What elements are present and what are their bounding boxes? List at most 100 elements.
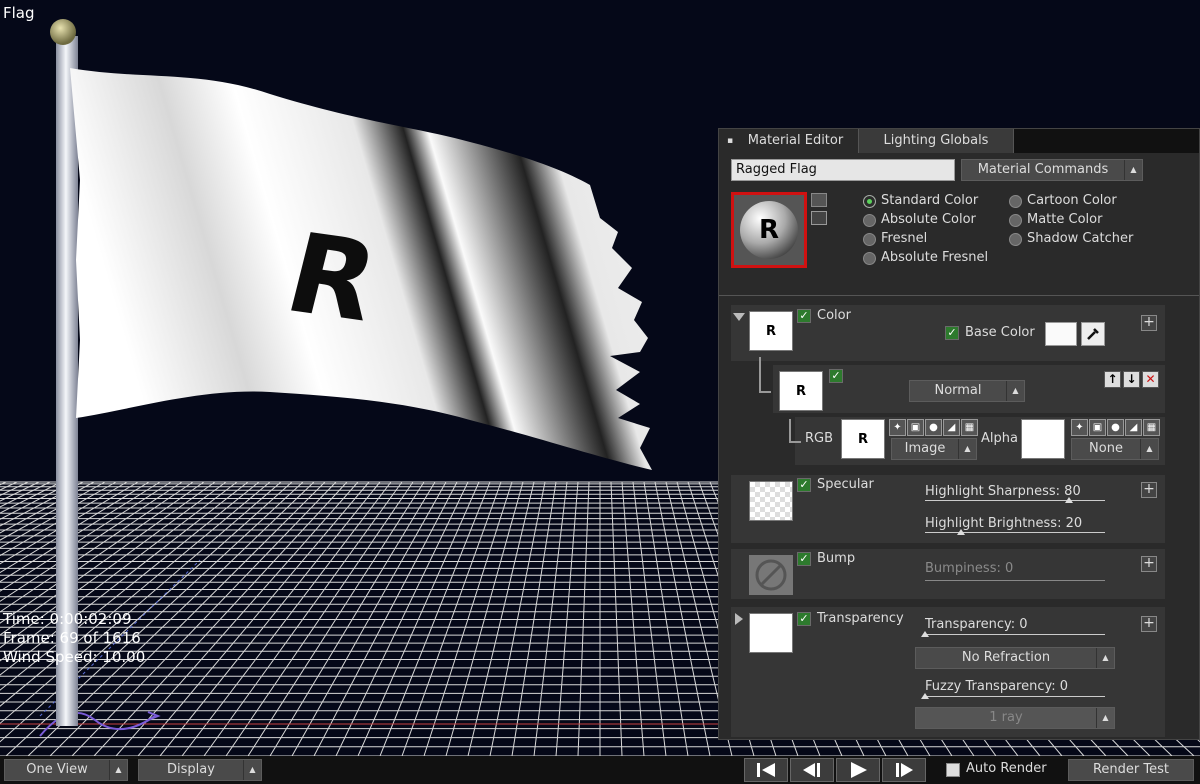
rgb-thumb[interactable]: R bbox=[841, 419, 885, 459]
collapse-triangle-icon[interactable] bbox=[733, 313, 745, 321]
tree-connector bbox=[789, 419, 801, 443]
slider-knob[interactable] bbox=[1065, 497, 1073, 503]
radio-label: Shadow Catcher bbox=[1027, 231, 1134, 246]
add-transparency-plus-icon[interactable]: + bbox=[1141, 616, 1157, 632]
radio-dot bbox=[863, 252, 876, 265]
transparency-thumb[interactable] bbox=[749, 613, 793, 653]
rays-select[interactable]: 1 ray ▲ bbox=[915, 707, 1115, 729]
sphere-map-icon[interactable]: ● bbox=[925, 419, 942, 436]
expand-triangle-icon[interactable] bbox=[735, 613, 743, 625]
radio-standard-color[interactable]: Standard Color bbox=[863, 192, 978, 210]
step-back-button[interactable] bbox=[790, 758, 834, 782]
chevron-updown-icon: ▲ bbox=[1006, 381, 1024, 401]
render-test-button[interactable]: Render Test bbox=[1068, 759, 1194, 781]
material-preview[interactable]: R bbox=[731, 192, 807, 268]
radio-label: Fresnel bbox=[881, 231, 928, 246]
grid-icon[interactable]: ▦ bbox=[961, 419, 978, 436]
radio-absolute-color[interactable]: Absolute Color bbox=[863, 211, 976, 229]
layer-thumb[interactable]: R bbox=[779, 371, 823, 411]
step-forward-button[interactable] bbox=[882, 758, 926, 782]
play-button[interactable] bbox=[836, 758, 880, 782]
preview-sphere: R bbox=[740, 201, 798, 259]
alpha-source-select[interactable]: None ▲ bbox=[1071, 438, 1159, 460]
radio-dot bbox=[863, 233, 876, 246]
transform-icon[interactable]: ▣ bbox=[1089, 419, 1106, 436]
tab-strip-filler bbox=[1014, 129, 1199, 153]
radio-label: Absolute Fresnel bbox=[881, 250, 989, 265]
color-enabled-checkbox[interactable]: ✓ bbox=[797, 309, 811, 323]
add-specular-plus-icon[interactable]: + bbox=[1141, 482, 1157, 498]
transparency-enabled-checkbox[interactable]: ✓ bbox=[797, 612, 811, 626]
radio-dot bbox=[1009, 233, 1022, 246]
blend-mode-value: Normal bbox=[934, 383, 982, 398]
chevron-updown-icon: ▲ bbox=[109, 760, 127, 780]
preview-settings-icon[interactable] bbox=[811, 193, 827, 207]
hud-readout: Time: 0:00:02:09 Frame: 69 of 1616 Wind … bbox=[3, 610, 145, 667]
delete-layer-icon[interactable]: ✕ bbox=[1142, 371, 1159, 388]
rgb-source-select[interactable]: Image ▲ bbox=[891, 438, 977, 460]
fuzzy-transparency-slider[interactable] bbox=[921, 683, 1105, 699]
radio-matte-color[interactable]: Matte Color bbox=[1009, 211, 1102, 229]
gear-icon[interactable]: ✦ bbox=[1071, 419, 1088, 436]
radio-absolute-fresnel[interactable]: Absolute Fresnel bbox=[863, 249, 988, 267]
blend-mode-select[interactable]: Normal ▲ bbox=[909, 380, 1025, 402]
rays-value: 1 ray bbox=[989, 710, 1023, 725]
add-bump-plus-icon[interactable]: + bbox=[1141, 556, 1157, 572]
slider-knob[interactable] bbox=[921, 631, 929, 637]
bumpiness-slider[interactable] bbox=[925, 567, 1105, 581]
alpha-thumb[interactable] bbox=[1021, 419, 1065, 459]
bump-thumb[interactable] bbox=[749, 555, 793, 595]
base-color-checkbox[interactable]: ✓ bbox=[945, 326, 959, 340]
wind-gizmo-arrow bbox=[147, 711, 161, 721]
gradient-icon[interactable]: ◢ bbox=[1125, 419, 1142, 436]
grid-icon[interactable]: ▦ bbox=[1143, 419, 1160, 436]
gradient-icon[interactable]: ◢ bbox=[943, 419, 960, 436]
sphere-map-icon[interactable]: ● bbox=[1107, 419, 1124, 436]
add-layer-plus-icon[interactable]: + bbox=[1141, 315, 1157, 331]
specular-thumb[interactable] bbox=[749, 481, 793, 521]
transform-icon[interactable]: ▣ bbox=[907, 419, 924, 436]
move-up-icon[interactable]: ↑ bbox=[1104, 371, 1121, 388]
preview-list-icon[interactable] bbox=[811, 211, 827, 225]
radio-cartoon-color[interactable]: Cartoon Color bbox=[1009, 192, 1117, 210]
material-panel: ▪ Material Editor Lighting Globals Ragge… bbox=[718, 128, 1200, 740]
highlight-brightness-slider[interactable] bbox=[925, 519, 1105, 535]
bottom-toolbar: One View ▲ Display ▲ Auto Render Render … bbox=[0, 756, 1200, 784]
chevron-updown-icon: ▲ bbox=[1096, 708, 1114, 728]
bump-enabled-checkbox[interactable]: ✓ bbox=[797, 552, 811, 566]
tab-lighting-globals[interactable]: Lighting Globals bbox=[859, 129, 1014, 153]
display-select[interactable]: Display ▲ bbox=[138, 759, 262, 781]
viewport-title: Flag bbox=[3, 4, 35, 22]
tab-material-editor[interactable]: ▪ Material Editor bbox=[719, 129, 859, 153]
chevron-updown-icon: ▲ bbox=[243, 760, 261, 780]
specular-enabled-checkbox[interactable]: ✓ bbox=[797, 478, 811, 492]
radio-dot bbox=[863, 195, 876, 208]
view-layout-select[interactable]: One View ▲ bbox=[4, 759, 128, 781]
radio-shadow-catcher[interactable]: Shadow Catcher bbox=[1009, 230, 1133, 248]
auto-render-checkbox[interactable] bbox=[946, 763, 960, 777]
layer-enabled-checkbox[interactable]: ✓ bbox=[829, 369, 843, 383]
highlight-sharpness-slider[interactable] bbox=[925, 487, 1105, 503]
radio-dot bbox=[1009, 195, 1022, 208]
gear-icon[interactable]: ✦ bbox=[889, 419, 906, 436]
radio-label: Absolute Color bbox=[881, 212, 976, 227]
alpha-label: Alpha bbox=[981, 431, 1018, 446]
transparency-slider[interactable] bbox=[921, 621, 1105, 637]
color-thumb[interactable]: R bbox=[749, 311, 793, 351]
material-commands-select[interactable]: Material Commands ▲ bbox=[961, 159, 1143, 181]
material-name-field[interactable]: Ragged Flag bbox=[731, 159, 955, 181]
refraction-select[interactable]: No Refraction ▲ bbox=[915, 647, 1115, 669]
slider-knob[interactable] bbox=[957, 529, 965, 535]
base-color-swatch[interactable] bbox=[1045, 322, 1077, 346]
radio-dot bbox=[863, 214, 876, 227]
skip-to-start-button[interactable] bbox=[744, 758, 788, 782]
step-back-icon bbox=[803, 763, 820, 777]
render-test-label: Render Test bbox=[1092, 762, 1169, 777]
hud-wind-speed: Wind Speed: 10.00 bbox=[3, 648, 146, 666]
move-down-icon[interactable]: ↓ bbox=[1123, 371, 1140, 388]
eyedropper-button[interactable] bbox=[1081, 322, 1105, 346]
bump-label: Bump bbox=[817, 551, 856, 566]
slider-knob[interactable] bbox=[921, 693, 929, 699]
chevron-updown-icon: ▲ bbox=[1096, 648, 1114, 668]
radio-fresnel[interactable]: Fresnel bbox=[863, 230, 927, 248]
